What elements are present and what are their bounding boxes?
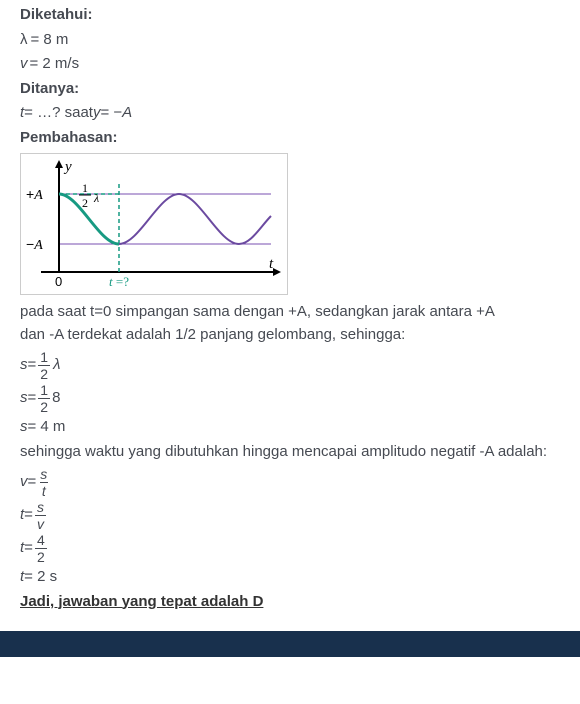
- paragraph-1a: pada saat t=0 simpangan sama dengan +A, …: [20, 301, 560, 324]
- asked-y: y: [93, 102, 101, 125]
- svg-text:1: 1: [82, 181, 88, 195]
- paragraph-2: sehingga waktu yang dibutuhkan hingga me…: [20, 441, 560, 464]
- asked-A: A: [122, 102, 132, 125]
- footer-band: [0, 631, 580, 657]
- asked-text: = …? saat: [24, 102, 93, 125]
- frac-half-1: 1 2: [38, 350, 50, 381]
- heading-ditanya: Ditanya:: [20, 78, 560, 101]
- t2-den: 2: [35, 548, 47, 564]
- eq-s-half-lambda: s = 1 2 λ: [20, 350, 560, 381]
- v-eq: =: [28, 471, 37, 494]
- t2-num: 4: [35, 533, 47, 548]
- eq-v-s-over-t: v = s t: [20, 467, 560, 498]
- svg-text:0: 0: [55, 274, 62, 289]
- heading-diketahui: Diketahui:: [20, 4, 560, 27]
- t3-eq: = 2 s: [24, 566, 57, 589]
- asked-line: t = …? saat y = − A: [20, 102, 560, 125]
- s3-eq: = 4 m: [28, 416, 66, 439]
- eq-t-4-over-2: t = 4 2: [20, 533, 560, 564]
- s1-num: 1: [38, 350, 50, 365]
- paragraph-1b: dan -A terdekat adalah 1/2 panjang gelom…: [20, 324, 560, 347]
- s2-num: 1: [38, 383, 50, 398]
- svg-text:2: 2: [82, 196, 88, 210]
- svg-text:t =?: t =?: [109, 274, 129, 289]
- v-lhs: v: [20, 471, 28, 494]
- eq-t-s-over-v: t = s v: [20, 500, 560, 531]
- solution-content: Diketahui: λ = 8 m v = 2 m/s Ditanya: t …: [0, 0, 580, 631]
- eq-t-2s: t = 2 s: [20, 566, 560, 589]
- svg-text:λ: λ: [93, 191, 99, 205]
- v-symbol: v: [20, 53, 28, 76]
- conclusion-line: Jadi, jawaban yang tepat adalah D: [20, 591, 560, 614]
- frac-half-2: 1 2: [38, 383, 50, 414]
- eq-s-4m: s = 4 m: [20, 416, 560, 439]
- t1-den: v: [35, 515, 46, 531]
- s1-den: 2: [38, 365, 50, 381]
- given-lambda: λ = 8 m: [20, 29, 560, 52]
- s2-lhs: s: [20, 387, 28, 410]
- svg-text:+A: +A: [26, 186, 43, 203]
- s2-tail: 8: [52, 387, 60, 410]
- lambda-value: = 8 m: [31, 29, 69, 52]
- t1-eq: =: [24, 504, 33, 527]
- frac-s-v: s v: [35, 500, 46, 531]
- frac-s-t: s t: [38, 467, 49, 498]
- asked-rhs: = −: [100, 102, 122, 125]
- s1-tail: λ: [53, 354, 60, 377]
- v-den: t: [40, 482, 48, 498]
- v-num: s: [38, 467, 49, 482]
- svg-text:−A: −A: [26, 236, 43, 253]
- t1-num: s: [35, 500, 46, 515]
- t2-eq: =: [24, 537, 33, 560]
- heading-pembahasan: Pembahasan:: [20, 127, 560, 150]
- eq-s-half-8: s = 1 2 8: [20, 383, 560, 414]
- wave-svg: y t +A −A 0 t =? 1 2 λ: [21, 154, 287, 294]
- wave-diagram: y t +A −A 0 t =? 1 2 λ: [20, 153, 288, 295]
- s1-lhs: s: [20, 354, 28, 377]
- frac-4-2: 4 2: [35, 533, 47, 564]
- given-v: v = 2 m/s: [20, 53, 560, 76]
- lambda-symbol: λ: [20, 29, 28, 52]
- svg-text:y: y: [63, 159, 72, 175]
- s3-lhs: s: [20, 416, 28, 439]
- s2-eq: =: [28, 387, 37, 410]
- v-value: = 2 m/s: [30, 53, 80, 76]
- s2-den: 2: [38, 398, 50, 414]
- s1-eq: =: [28, 354, 37, 377]
